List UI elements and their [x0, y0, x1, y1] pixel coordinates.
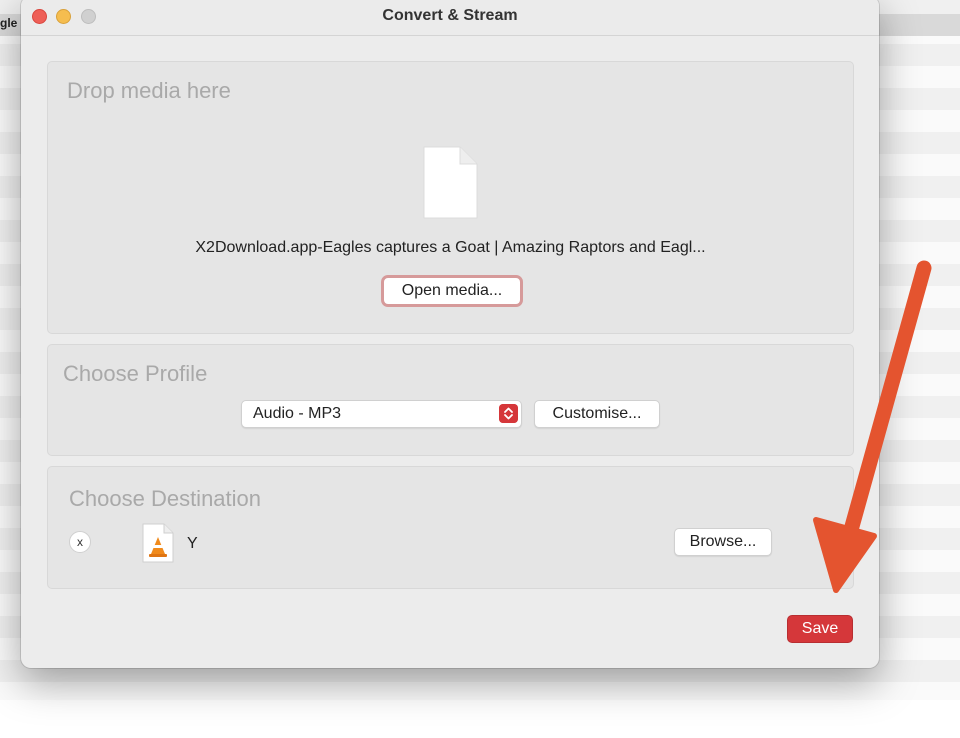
browse-button[interactable]: Browse... — [674, 528, 772, 556]
media-file-name: X2Download.app-Eagles captures a Goat | … — [195, 239, 706, 256]
background-window-label: gle — [0, 16, 18, 30]
background-bottom-area — [0, 700, 960, 738]
customise-button[interactable]: Customise... — [534, 400, 660, 428]
save-button[interactable]: Save — [787, 615, 853, 643]
choose-destination-panel: Choose Destination x Y Browse... — [47, 466, 854, 589]
choose-destination-title: Choose Destination — [69, 486, 262, 511]
window-title: Convert & Stream — [382, 7, 518, 24]
drop-media-panel[interactable]: Drop media here X2Download.app-Eagles ca… — [47, 61, 854, 334]
document-icon — [423, 146, 478, 219]
profile-select[interactable]: Audio - MP3 — [241, 400, 522, 428]
title-bar: Convert & Stream — [21, 0, 879, 36]
choose-profile-title: Choose Profile — [63, 361, 208, 386]
drop-media-title: Drop media here — [67, 78, 231, 103]
profile-select-value: Audio - MP3 — [253, 405, 342, 422]
convert-stream-window: Convert & Stream Drop media here X2Downl… — [21, 0, 879, 668]
choose-profile-panel: Choose Profile Audio - MP3 Customise... — [47, 344, 854, 456]
select-stepper-icon — [499, 404, 518, 423]
vlc-file-icon — [142, 523, 174, 563]
open-media-button[interactable]: Open media... — [381, 275, 523, 307]
remove-destination-button[interactable]: x — [69, 531, 91, 553]
destination-file-name: Y — [187, 535, 198, 552]
